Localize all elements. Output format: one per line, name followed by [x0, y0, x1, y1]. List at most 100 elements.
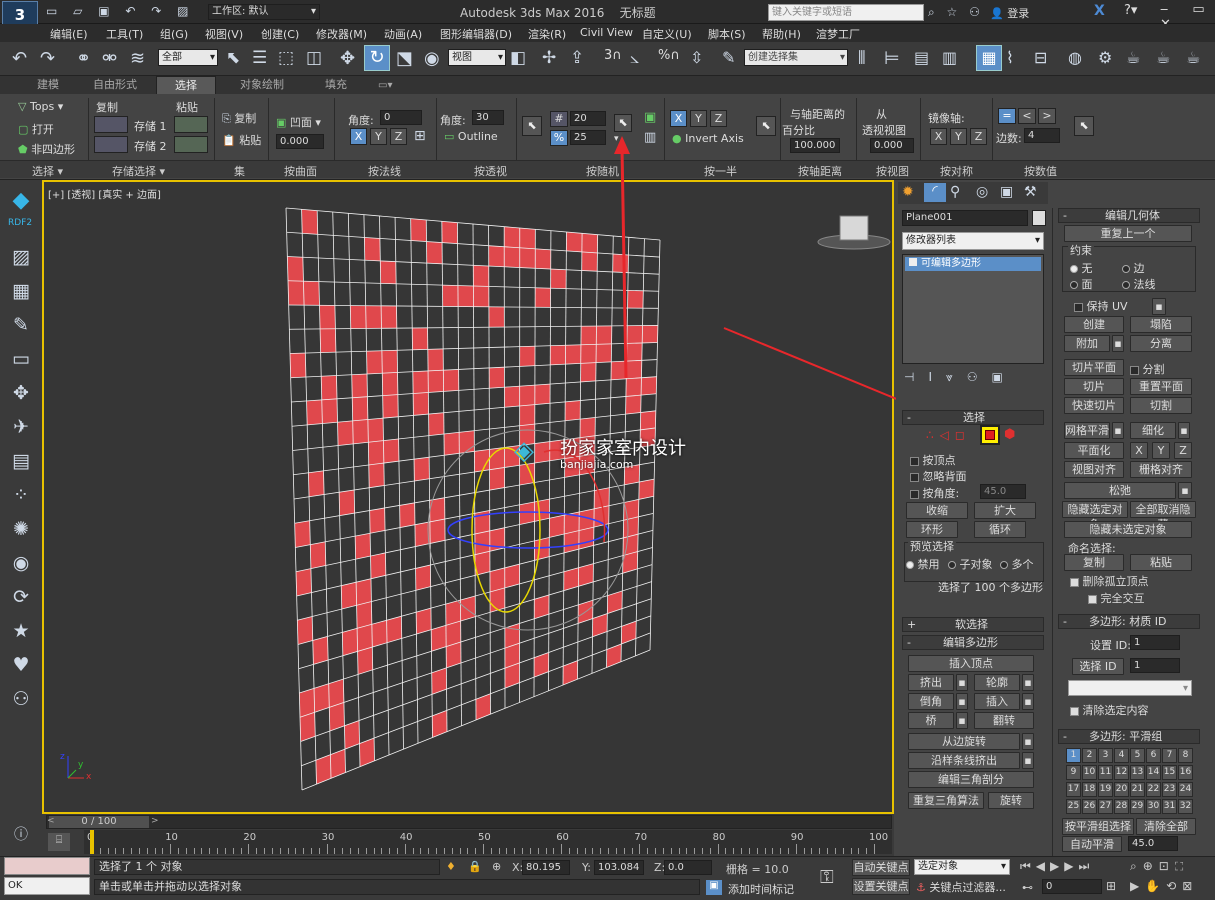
- menu-group[interactable]: 组(G): [160, 26, 188, 42]
- group-label-select[interactable]: 选择 ▾: [32, 163, 63, 179]
- move-arrows-icon[interactable]: ✥: [8, 380, 34, 406]
- tab-selection[interactable]: 选择: [156, 76, 216, 94]
- preserve-uv-checkbox[interactable]: 保持 UV: [1074, 298, 1128, 314]
- window-crossing-icon[interactable]: ◫: [306, 48, 322, 68]
- menu-animation[interactable]: 动画(A): [384, 26, 422, 42]
- utilities-tab-icon[interactable]: ⚒: [1024, 184, 1037, 200]
- inbox-icon[interactable]: ▤: [8, 448, 34, 474]
- view-align-button[interactable]: 视图对齐: [1064, 461, 1124, 478]
- y-coordinate-input[interactable]: 103.084: [594, 860, 644, 875]
- menu-modifiers[interactable]: 修改器(M): [316, 26, 367, 42]
- reset-plane-button[interactable]: 重置平面: [1130, 378, 1192, 395]
- smoothing-group-7-button[interactable]: 7: [1162, 748, 1177, 763]
- inset-settings-button[interactable]: ▪: [1022, 693, 1034, 710]
- view-input[interactable]: 0.000: [870, 138, 914, 153]
- numeric-greater-button[interactable]: >: [1038, 108, 1056, 124]
- object-name-input[interactable]: Plane001: [902, 210, 1028, 226]
- constraint-edge-radio[interactable]: 边: [1122, 260, 1145, 276]
- outline-button[interactable]: ▭ Outline: [444, 130, 498, 143]
- relax-button[interactable]: 松弛: [1064, 482, 1176, 499]
- slice-plane-button[interactable]: 切片平面: [1064, 359, 1124, 376]
- material-id-rollout-header[interactable]: - 多边形: 材质 ID: [1058, 614, 1200, 629]
- smoothing-group-10-button[interactable]: 10: [1082, 765, 1097, 780]
- select-by-sg-button[interactable]: 按平滑组选择: [1062, 818, 1134, 835]
- menu-views[interactable]: 视图(V): [205, 26, 243, 42]
- curve-mini-icon[interactable]: ⌸: [48, 833, 70, 851]
- current-frame-input[interactable]: 0: [1042, 879, 1102, 894]
- menu-tools[interactable]: 工具(T): [106, 26, 143, 42]
- set-key-button[interactable]: 设置关键点: [852, 878, 910, 895]
- schematic-icon[interactable]: ⊟: [1034, 48, 1047, 67]
- unlink-icon[interactable]: ⚮: [102, 48, 117, 69]
- edit-polygons-rollout-header[interactable]: - 编辑多边形: [902, 635, 1044, 650]
- random-dropdown-icon[interactable]: ▾: [614, 134, 619, 144]
- search-input[interactable]: 键入关键字或短语: [768, 4, 924, 21]
- smoothing-group-22-button[interactable]: 22: [1146, 782, 1161, 797]
- motion-tab-icon[interactable]: ◎: [976, 184, 988, 200]
- hide-unselected-button[interactable]: 隐藏未选定对象: [1064, 521, 1192, 538]
- menu-civil-view[interactable]: Civil View: [580, 26, 633, 39]
- track-bar[interactable]: 0102030405060708090100: [84, 830, 892, 854]
- turn-button[interactable]: 旋转: [988, 792, 1034, 809]
- half-y-button[interactable]: Y: [690, 110, 707, 127]
- meshsmooth-button[interactable]: 网格平滑: [1064, 422, 1110, 439]
- absolute-mode-icon[interactable]: ⊕: [492, 860, 501, 873]
- material-name-dropdown[interactable]: ▾: [1068, 680, 1192, 696]
- align-icon[interactable]: ⊨: [884, 48, 900, 69]
- smoothing-group-32-button[interactable]: 32: [1178, 799, 1193, 814]
- smoothing-group-9-button[interactable]: 9: [1066, 765, 1081, 780]
- normal-angle-input[interactable]: 0: [380, 110, 422, 125]
- planar-z-button[interactable]: Z: [1174, 442, 1192, 459]
- help-icon[interactable]: ?▾: [1124, 3, 1137, 18]
- half-z-button[interactable]: Z: [710, 110, 727, 127]
- select-manipulate-icon[interactable]: ✢: [542, 48, 556, 68]
- edit-named-sel-icon[interactable]: ✎: [722, 48, 735, 67]
- mirror-icon[interactable]: ⫴: [858, 48, 866, 69]
- loop-button[interactable]: 循环: [974, 521, 1026, 538]
- pivot-icon[interactable]: ◧: [510, 48, 526, 68]
- rdf-logo-icon[interactable]: ◆: [8, 188, 34, 214]
- pivot-dist-input[interactable]: 100.000: [790, 138, 840, 153]
- angle-snap-icon[interactable]: ⦣: [630, 48, 639, 68]
- make-planar-button[interactable]: 平面化: [1064, 442, 1124, 459]
- next-frame-icon[interactable]: >: [151, 816, 159, 826]
- stack-tools-icons[interactable]: ⊣Ⅰ⩔⚇▣: [904, 370, 1017, 385]
- preview-subobj-radio[interactable]: 子对象: [948, 556, 993, 572]
- smoothing-group-11-button[interactable]: 11: [1098, 765, 1113, 780]
- login-button[interactable]: 👤 登录: [990, 5, 1029, 21]
- tab-freeform[interactable]: 自由形式: [80, 76, 150, 94]
- by-vertex-checkbox[interactable]: 按顶点: [910, 452, 956, 468]
- render-frame-icon[interactable]: ☕: [1126, 48, 1140, 67]
- menu-help[interactable]: 帮助(H): [762, 26, 801, 42]
- delete-isolated-checkbox[interactable]: 删除孤立顶点: [1070, 573, 1149, 589]
- light-icon[interactable]: ✺: [8, 516, 34, 542]
- hinge-settings-button[interactable]: ▪: [1022, 733, 1034, 750]
- detach-button[interactable]: 分离: [1130, 335, 1192, 352]
- share-icon[interactable]: ⚇: [8, 686, 34, 712]
- heart-icon[interactable]: ♥: [8, 652, 34, 678]
- smoothing-group-28-button[interactable]: 28: [1114, 799, 1129, 814]
- cut-button[interactable]: 切割: [1130, 397, 1192, 414]
- named-sel-copy-button[interactable]: 复制: [1064, 554, 1124, 571]
- smoothing-group-3-button[interactable]: 3: [1098, 748, 1113, 763]
- select-object-icon[interactable]: ⬉: [226, 48, 240, 68]
- smoothing-group-1-button[interactable]: 1: [1066, 748, 1081, 763]
- smoothing-group-4-button[interactable]: 4: [1114, 748, 1129, 763]
- key-filters-button[interactable]: ⚓ 关键点过滤器...: [916, 879, 1006, 895]
- monitor-icon[interactable]: ▭: [8, 346, 34, 372]
- menu-edit[interactable]: 编辑(E): [50, 26, 88, 42]
- modifier-list-dropdown[interactable]: 修改器列表 ▾: [902, 232, 1044, 250]
- keyboard-shortcut-icon[interactable]: ⇪: [570, 48, 584, 68]
- edit-geometry-rollout-header[interactable]: - 编辑几何体: [1058, 208, 1200, 223]
- numeric-less-button[interactable]: <: [1018, 108, 1036, 124]
- toggle-ribbon-icon[interactable]: ▥: [942, 48, 957, 67]
- sel-nonquad-button[interactable]: ⬟ 非四边形: [18, 141, 75, 157]
- snap-toggle-button[interactable]: 3∩: [604, 48, 622, 63]
- subobject-level-icons[interactable]: ∴◁◻: [926, 428, 971, 442]
- smoothing-group-29-button[interactable]: 29: [1130, 799, 1145, 814]
- place-icon[interactable]: ◉: [424, 48, 440, 69]
- perspective-viewport[interactable]: [+] [透视] [真实 + 边面] z x y ◈ 扮家家室内设计 banji…: [42, 180, 894, 814]
- sym-y-button[interactable]: Y: [950, 128, 967, 145]
- object-color-swatch[interactable]: [1032, 210, 1046, 226]
- search-tools-icons[interactable]: ⌕ ☆ ⚇: [928, 5, 984, 20]
